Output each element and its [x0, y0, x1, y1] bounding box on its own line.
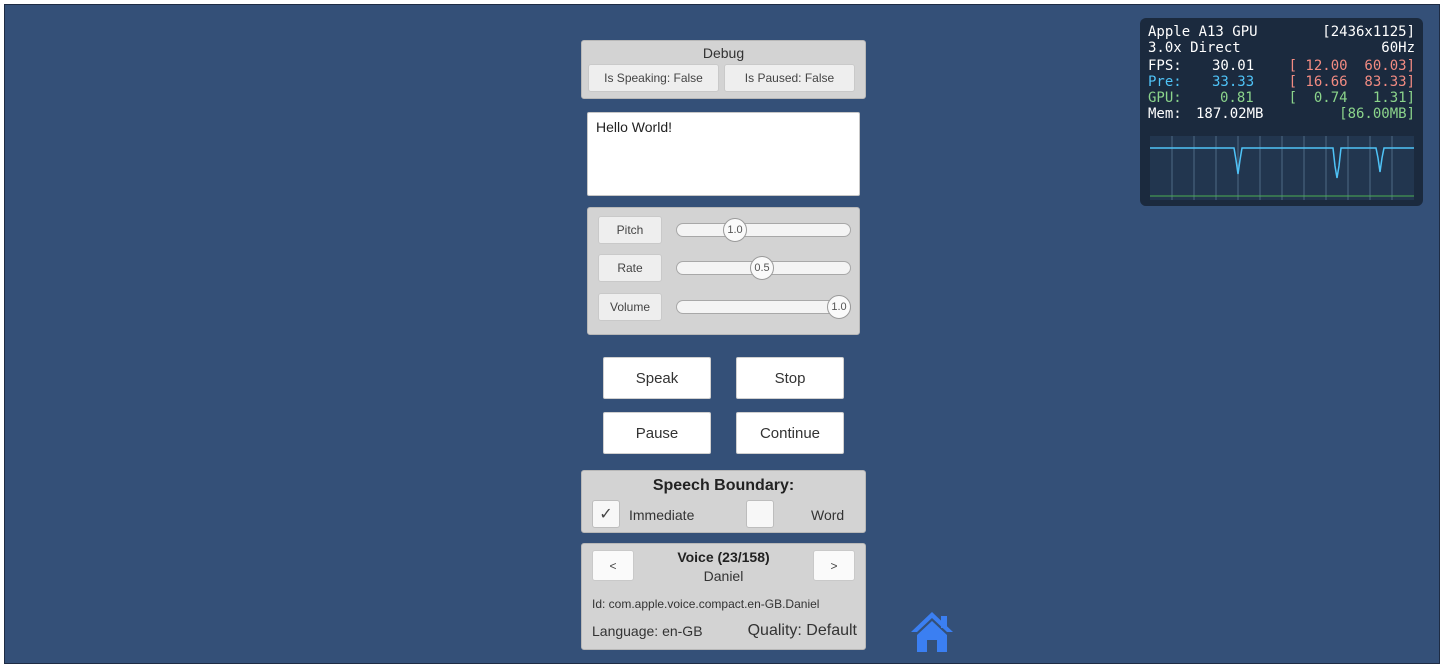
- frame-time-graph: [1150, 136, 1414, 200]
- word-label: Word: [811, 507, 845, 523]
- rate-slider-knob[interactable]: 0.5: [750, 256, 774, 280]
- stats-pre-range: [ 16.66 83.33]: [1288, 74, 1415, 90]
- immediate-label: Immediate: [629, 507, 695, 523]
- pitch-slider[interactable]: [676, 223, 851, 237]
- voice-panel: < Voice (23/158) Daniel > Id: com.apple.…: [581, 543, 866, 650]
- debug-panel: Debug Is Speaking: False Is Paused: Fals…: [581, 40, 866, 99]
- stats-pre-label: Pre:: [1148, 74, 1182, 90]
- stats-gpu-range: [ 0.74 1.31]: [1288, 90, 1415, 106]
- debug-title: Debug: [702, 45, 745, 61]
- speech-boundary-panel: Speech Boundary: ✓ Immediate Word: [581, 470, 866, 533]
- voice-settings-panel: Pitch 1.0 Rate 0.5 Volume 1.0: [587, 207, 860, 335]
- speak-button[interactable]: Speak: [603, 357, 711, 399]
- stats-gpu-name: Apple A13 GPU: [1148, 24, 1258, 40]
- pitch-label-button[interactable]: Pitch: [598, 216, 662, 244]
- voice-language: Language: en-GB: [592, 623, 703, 639]
- speech-text-value: Hello World!: [596, 119, 672, 135]
- continue-button[interactable]: Continue: [736, 412, 844, 454]
- stats-fps-label: FPS:: [1148, 58, 1182, 74]
- speech-text-input[interactable]: Hello World!: [587, 112, 860, 196]
- immediate-checkbox[interactable]: ✓: [592, 500, 620, 528]
- stats-pre-value: 33.33: [1212, 74, 1255, 90]
- volume-label-button[interactable]: Volume: [598, 293, 662, 321]
- stats-gpu-label: GPU:: [1148, 90, 1182, 106]
- speech-boundary-title: Speech Boundary:: [652, 477, 795, 494]
- performance-stats-overlay: Apple A13 GPU [2436x1125] 3.0x Direct 60…: [1140, 18, 1423, 206]
- rate-label-button[interactable]: Rate: [598, 254, 662, 282]
- voice-id: Id: com.apple.voice.compact.en-GB.Daniel: [592, 597, 820, 611]
- stats-mem-range: [86.00MB]: [1339, 106, 1415, 122]
- stats-gpu-value: 0.81: [1220, 90, 1254, 106]
- stats-refresh: 60Hz: [1381, 40, 1415, 56]
- home-icon[interactable]: [908, 610, 956, 654]
- app-screen: Debug Is Speaking: False Is Paused: Fals…: [4, 4, 1440, 664]
- volume-slider-knob[interactable]: 1.0: [827, 295, 851, 319]
- stats-fps-range: [ 12.00 60.03]: [1288, 58, 1415, 74]
- voice-quality: Quality: Default: [747, 622, 857, 639]
- stats-mem-value: 187.02MB: [1196, 106, 1264, 122]
- stats-fps-value: 30.01: [1212, 58, 1255, 74]
- stop-button[interactable]: Stop: [736, 357, 844, 399]
- stats-mem-label: Mem:: [1148, 106, 1182, 122]
- stats-resolution: [2436x1125]: [1322, 24, 1415, 40]
- is-speaking-button[interactable]: Is Speaking: False: [588, 64, 719, 92]
- word-checkbox[interactable]: [746, 500, 774, 528]
- pitch-slider-knob[interactable]: 1.0: [723, 218, 747, 242]
- pause-button[interactable]: Pause: [603, 412, 711, 454]
- next-voice-button[interactable]: >: [813, 550, 855, 581]
- is-paused-button[interactable]: Is Paused: False: [724, 64, 855, 92]
- volume-slider[interactable]: [676, 300, 851, 314]
- stats-scale-mode: 3.0x Direct: [1148, 40, 1241, 56]
